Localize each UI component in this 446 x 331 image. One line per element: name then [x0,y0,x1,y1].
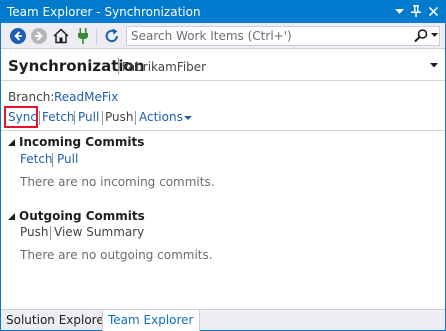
plug-icon [78,28,88,44]
search-options-button[interactable] [429,27,440,45]
back-button[interactable] [8,26,28,46]
home-button[interactable] [51,26,71,46]
back-arrow-icon [10,28,26,44]
window-title: Team Explorer - Synchronization [7,5,201,19]
action-separator [74,111,75,125]
pin-icon [411,5,421,17]
actions-menu[interactable]: Actions [139,109,183,125]
incoming-commits-title[interactable]: Incoming Commits [19,134,144,150]
close-button[interactable] [425,3,441,20]
chevron-down-icon [394,9,404,14]
branch-label: Branch: [8,90,55,104]
pin-button[interactable] [408,3,424,20]
toolbar-separator [96,29,97,44]
window-dropdown-button[interactable] [391,3,407,20]
title-separator [118,58,119,74]
collapse-triangle-icon[interactable] [8,139,15,146]
toolbar [1,23,445,49]
divider [1,80,445,81]
header-menu-button[interactable] [430,61,438,70]
connect-button[interactable] [73,26,93,46]
refresh-icon [105,28,118,43]
incoming-pull-link[interactable]: Pull [57,151,78,167]
action-separator [39,111,40,125]
action-separator [52,153,53,167]
title-bar[interactable]: Team Explorer - Synchronization [1,1,445,23]
incoming-fetch-link[interactable]: Fetch [20,151,53,167]
action-separator [102,111,103,125]
tab-team-explorer[interactable]: Team Explorer [102,310,200,331]
chevron-down-icon [184,116,192,120]
outgoing-empty-message: There are no outgoing commits. [20,248,213,262]
chevron-down-icon [431,33,438,37]
refresh-button[interactable] [102,26,122,46]
chevron-down-icon [430,63,438,68]
incoming-empty-message: There are no incoming commits. [20,175,215,189]
action-separator [50,226,51,240]
action-separator [135,111,136,125]
tool-window-tabs: Solution Explorer Team Explorer [1,309,445,331]
project-name: FabrikamFiber [122,60,207,74]
branch-link[interactable]: ReadMeFix [54,89,118,105]
push-label: Push [105,110,134,124]
pull-link[interactable]: Pull [78,109,99,125]
outgoing-commits-title[interactable]: Outgoing Commits [19,208,145,224]
fetch-link[interactable]: Fetch [42,109,75,125]
outgoing-push-label: Push [20,225,49,239]
collapse-triangle-icon[interactable] [8,213,15,220]
search-icon [414,29,428,43]
sync-link[interactable]: Sync [8,109,37,125]
tab-solution-explorer[interactable]: Solution Explorer [1,310,114,331]
search-input[interactable] [127,27,397,45]
view-summary-label: View Summary [54,225,145,239]
forward-button[interactable] [29,26,49,46]
home-icon [53,28,69,44]
search-button[interactable] [413,28,429,44]
team-explorer-window: Team Explorer - Synchronization Search W… [0,0,446,331]
search-box[interactable] [126,26,440,46]
divider [1,130,445,131]
forward-arrow-icon [31,28,47,44]
close-icon [428,6,438,17]
